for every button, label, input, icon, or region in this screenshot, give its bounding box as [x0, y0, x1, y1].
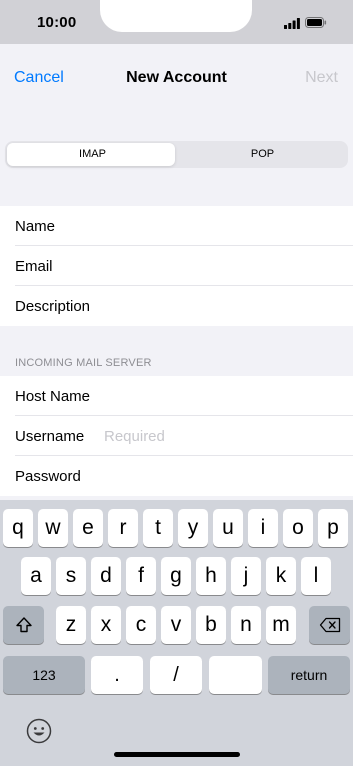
emoji-icon[interactable] — [26, 718, 52, 744]
notch — [100, 0, 252, 32]
shift-icon — [15, 617, 32, 633]
shift-key[interactable] — [3, 606, 44, 644]
key-b[interactable]: b — [196, 606, 226, 644]
delete-icon — [319, 617, 340, 633]
space-key[interactable] — [209, 656, 262, 694]
status-bar: 10:00 — [0, 0, 353, 44]
delete-key[interactable] — [309, 606, 350, 644]
email-field[interactable]: Email — [0, 246, 353, 286]
dot-key[interactable]: . — [91, 656, 143, 694]
key-u[interactable]: u — [213, 509, 243, 547]
return-key[interactable]: return — [268, 656, 350, 694]
slash-key[interactable]: / — [150, 656, 202, 694]
key-h[interactable]: h — [196, 557, 226, 595]
name-field[interactable]: Name — [0, 206, 353, 246]
account-type-segmented-control: IMAP POP — [5, 141, 348, 168]
key-a[interactable]: a — [21, 557, 51, 595]
password-label: Password — [15, 468, 81, 485]
key-k[interactable]: k — [266, 557, 296, 595]
incoming-mail-server-header: INCOMING MAIL SERVER — [15, 357, 152, 369]
phone-screen: 10:00 New Account Cancel Next IMAP POP N… — [0, 0, 353, 766]
key-t[interactable]: t — [143, 509, 173, 547]
key-f[interactable]: f — [126, 557, 156, 595]
key-z[interactable]: z — [56, 606, 86, 644]
battery-icon — [305, 17, 327, 28]
description-field[interactable]: Description — [0, 286, 353, 326]
cancel-button[interactable]: Cancel — [14, 69, 64, 87]
key-s[interactable]: s — [56, 557, 86, 595]
key-j[interactable]: j — [231, 557, 261, 595]
email-label: Email — [15, 258, 53, 275]
key-w[interactable]: w — [38, 509, 68, 547]
username-field[interactable]: Username Required — [0, 416, 353, 456]
home-indicator[interactable] — [114, 752, 240, 757]
name-label: Name — [15, 218, 56, 235]
key-q[interactable]: q — [3, 509, 33, 547]
numbers-key[interactable]: 123 — [3, 656, 85, 694]
segment-imap[interactable]: IMAP — [7, 148, 178, 160]
keyboard: q w e r t y u i o p a s d f g h j k l z … — [0, 500, 353, 766]
key-v[interactable]: v — [161, 606, 191, 644]
host-name-field[interactable]: Host Name — [0, 376, 353, 416]
key-r[interactable]: r — [108, 509, 138, 547]
key-e[interactable]: e — [73, 509, 103, 547]
incoming-server-group: Host Name Username Required Password — [0, 376, 353, 496]
key-n[interactable]: n — [231, 606, 261, 644]
account-info-group: Name Email Description — [0, 206, 353, 326]
signal-icon — [284, 18, 300, 29]
key-l[interactable]: l — [301, 557, 331, 595]
key-x[interactable]: x — [91, 606, 121, 644]
key-o[interactable]: o — [283, 509, 313, 547]
password-field[interactable]: Password — [0, 456, 353, 496]
host-name-label: Host Name — [15, 388, 91, 405]
key-y[interactable]: y — [178, 509, 208, 547]
key-p[interactable]: p — [318, 509, 348, 547]
key-d[interactable]: d — [91, 557, 121, 595]
key-c[interactable]: c — [126, 606, 156, 644]
status-time: 10:00 — [37, 14, 77, 31]
next-button[interactable]: Next — [305, 69, 338, 87]
segment-pop[interactable]: POP — [177, 148, 348, 160]
username-placeholder: Required — [104, 428, 165, 445]
key-i[interactable]: i — [248, 509, 278, 547]
username-label: Username — [15, 428, 85, 445]
description-label: Description — [15, 298, 91, 315]
key-m[interactable]: m — [266, 606, 296, 644]
key-g[interactable]: g — [161, 557, 191, 595]
